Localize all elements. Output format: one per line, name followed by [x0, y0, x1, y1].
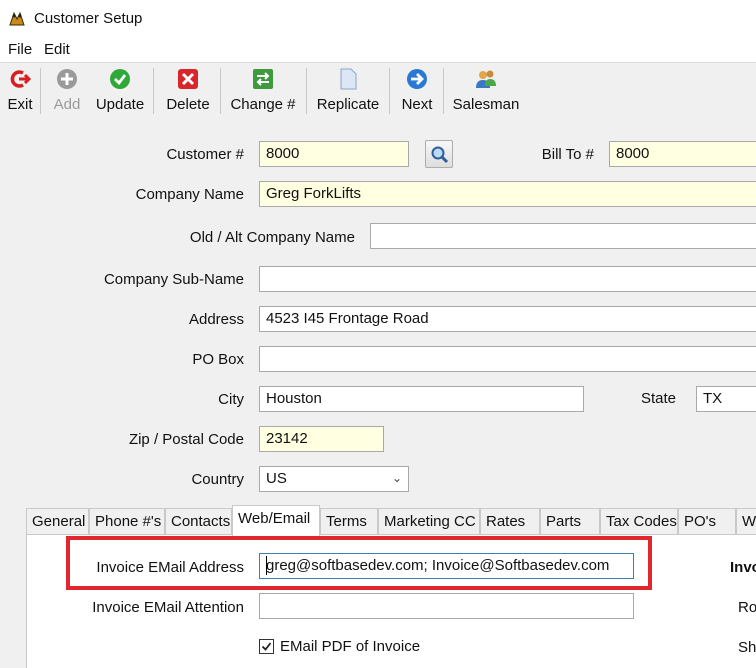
state-field[interactable]: TX	[696, 386, 756, 412]
tab-rates[interactable]: Rates	[480, 508, 540, 535]
zip-label: Zip / Postal Code	[128, 431, 244, 448]
toolbar-separator	[306, 68, 307, 114]
right-column-label-sh: Sh	[738, 639, 756, 656]
address-label: Address	[188, 311, 244, 328]
country-select[interactable]: US ⌄	[259, 466, 409, 492]
checkmark-icon	[110, 69, 130, 89]
po-box-field[interactable]	[259, 346, 756, 372]
company-name-field[interactable]: Greg ForkLifts	[259, 181, 756, 207]
bill-to-label: Bill To #	[541, 146, 594, 163]
customer-number-label: Customer #	[166, 146, 244, 163]
tab-overflow[interactable]: W	[736, 508, 756, 535]
add-button[interactable]: Add	[50, 66, 84, 116]
tab-phone[interactable]: Phone #'s	[89, 508, 165, 535]
tab-contacts[interactable]: Contacts	[165, 508, 232, 535]
arrow-right-icon	[407, 69, 427, 89]
checkmark-icon	[261, 642, 272, 651]
customer-lookup-button[interactable]	[425, 140, 453, 168]
toolbar-separator	[220, 68, 221, 114]
exit-button[interactable]: Exit	[4, 66, 36, 116]
company-sub-name-label: Company Sub-Name	[103, 271, 244, 288]
email-pdf-checkbox[interactable]	[259, 639, 274, 654]
company-sub-name-field[interactable]	[259, 266, 756, 292]
delete-icon	[178, 69, 198, 89]
menu-edit[interactable]: Edit	[44, 41, 70, 58]
swap-arrows-icon	[253, 69, 273, 89]
exit-icon	[10, 70, 31, 88]
bill-to-field[interactable]: 8000	[609, 141, 756, 167]
address-field[interactable]: 4523 I45 Frontage Road	[259, 306, 756, 332]
state-label: State	[640, 390, 676, 407]
tab-terms[interactable]: Terms	[320, 508, 378, 535]
toolbar-separator	[389, 68, 390, 114]
zip-field[interactable]: 23142	[259, 426, 384, 452]
replicate-button[interactable]: Replicate	[314, 66, 382, 116]
country-value: US	[266, 470, 287, 487]
customer-number-field[interactable]: 8000	[259, 141, 409, 167]
email-pdf-label: EMail PDF of Invoice	[280, 638, 421, 655]
tab-pos[interactable]: PO's	[678, 508, 736, 535]
add-icon	[57, 69, 77, 89]
tab-web-email[interactable]: Web/Email	[232, 505, 320, 536]
country-label: Country	[191, 471, 244, 488]
alt-company-name-field[interactable]	[370, 223, 756, 249]
document-icon	[340, 68, 357, 90]
menu-file[interactable]: File	[8, 41, 32, 58]
salesman-button[interactable]: Salesman	[452, 66, 520, 116]
tab-tax-codes[interactable]: Tax Codes	[600, 508, 678, 535]
people-icon	[476, 70, 496, 88]
invoice-email-field[interactable]: greg@softbasedev.com; Invoice@Softbasede…	[259, 553, 634, 579]
window-title: Customer Setup	[34, 10, 143, 27]
invoice-section-heading: Invo	[730, 559, 756, 576]
next-button[interactable]: Next	[398, 66, 436, 116]
app-logo-icon	[9, 11, 25, 26]
tab-parts[interactable]: Parts	[540, 508, 600, 535]
toolbar-separator	[443, 68, 444, 114]
city-field[interactable]: Houston	[259, 386, 584, 412]
invoice-attention-field[interactable]	[259, 593, 634, 619]
tab-marketing-cc[interactable]: Marketing CC	[378, 508, 480, 535]
alt-company-name-label: Old / Alt Company Name	[189, 229, 355, 246]
change-number-button[interactable]: Change #	[228, 66, 298, 116]
toolbar-separator	[40, 68, 41, 114]
update-button[interactable]: Update	[93, 66, 147, 116]
po-box-label: PO Box	[192, 351, 244, 368]
right-column-label-ro: Ro	[738, 599, 756, 616]
invoice-email-label: Invoice EMail Address	[96, 559, 244, 576]
text-cursor	[266, 556, 267, 575]
company-name-label: Company Name	[135, 186, 244, 203]
magnifier-icon	[431, 146, 449, 164]
city-label: City	[218, 391, 244, 408]
menu-bar	[0, 38, 756, 62]
invoice-attention-label: Invoice EMail Attention	[92, 599, 244, 616]
delete-button[interactable]: Delete	[163, 66, 213, 116]
tab-general[interactable]: General	[26, 508, 89, 535]
chevron-down-icon: ⌄	[391, 471, 402, 485]
toolbar-separator	[153, 68, 154, 114]
